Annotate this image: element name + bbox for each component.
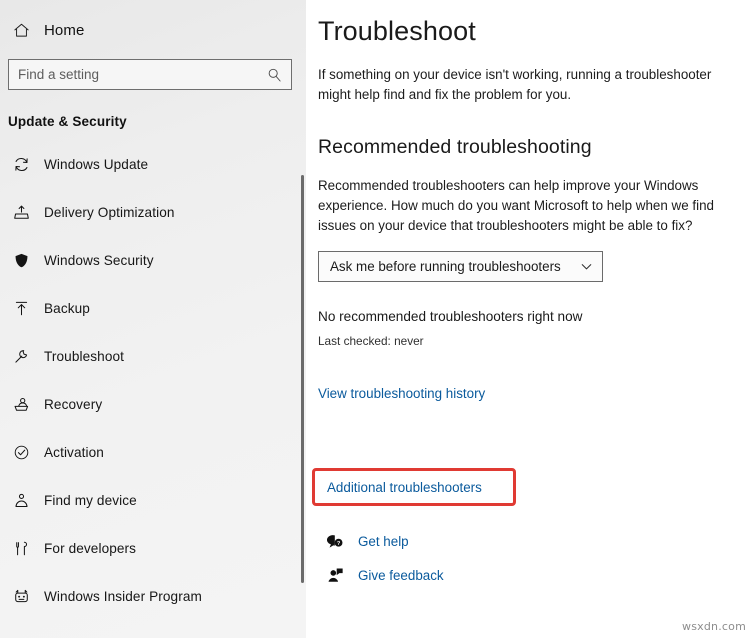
sidebar-item-backup[interactable]: Backup bbox=[0, 291, 306, 325]
wrench-icon bbox=[8, 348, 34, 365]
svg-text:?: ? bbox=[336, 541, 340, 547]
sidebar-item-label: Windows Update bbox=[44, 156, 149, 172]
recommended-heading: Recommended troubleshooting bbox=[318, 136, 592, 158]
sidebar: Home Update & Security bbox=[0, 0, 306, 638]
main-content: Troubleshoot If something on your device… bbox=[306, 0, 754, 638]
sidebar-item-windows-insider-program[interactable]: Windows Insider Program bbox=[0, 579, 306, 613]
sidebar-item-label: Recovery bbox=[44, 396, 103, 412]
search-icon[interactable] bbox=[267, 67, 282, 82]
backup-upload-icon bbox=[8, 300, 34, 317]
sidebar-item-recovery[interactable]: Recovery bbox=[0, 387, 306, 421]
sidebar-item-label: Backup bbox=[44, 300, 90, 316]
dropdown-selected-value: Ask me before running troubleshooters bbox=[330, 259, 561, 275]
sidebar-item-label: Troubleshoot bbox=[44, 348, 125, 364]
sidebar-section-title: Update & Security bbox=[8, 114, 127, 129]
watermark: wsxdn.com bbox=[682, 620, 746, 633]
last-checked-text: Last checked: never bbox=[318, 334, 424, 349]
sidebar-item-label: For developers bbox=[44, 540, 137, 556]
sidebar-item-label: Find my device bbox=[44, 492, 137, 508]
sidebar-item-label: Activation bbox=[44, 444, 104, 460]
sidebar-item-windows-update[interactable]: Windows Update bbox=[0, 147, 306, 181]
settings-window: Home Update & Security bbox=[0, 0, 754, 638]
sidebar-item-troubleshoot[interactable]: Troubleshoot bbox=[0, 339, 306, 373]
page-description: If something on your device isn't workin… bbox=[318, 67, 712, 102]
sidebar-item-home[interactable]: Home bbox=[0, 13, 306, 47]
recommended-description: Recommended troubleshooters can help imp… bbox=[318, 178, 714, 233]
recommended-troubleshooting-dropdown[interactable]: Ask me before running troubleshooters bbox=[318, 251, 603, 283]
sidebar-item-label: Windows Insider Program bbox=[44, 588, 202, 604]
sidebar-item-delivery-optimization[interactable]: Delivery Optimization bbox=[0, 195, 306, 229]
page-title: Troubleshoot bbox=[318, 16, 476, 46]
give-feedback-label[interactable]: Give feedback bbox=[358, 568, 444, 583]
search-input[interactable] bbox=[9, 60, 291, 89]
get-help-icon: ? bbox=[324, 533, 346, 550]
tools-icon bbox=[8, 540, 34, 557]
additional-troubleshooters-link[interactable]: Additional troubleshooters bbox=[327, 480, 482, 495]
get-help-label[interactable]: Get help bbox=[358, 534, 409, 549]
get-help-row[interactable]: ? Get help bbox=[324, 528, 444, 554]
person-pin-icon bbox=[8, 492, 34, 509]
sidebar-home-label: Home bbox=[44, 21, 85, 39]
shield-icon bbox=[8, 252, 34, 269]
give-feedback-row[interactable]: Give feedback bbox=[324, 562, 444, 588]
sidebar-nav-list: Windows Update Delivery Optimization Win… bbox=[0, 147, 306, 613]
chevron-down-icon bbox=[580, 260, 593, 273]
check-circle-icon bbox=[8, 444, 34, 461]
sidebar-item-find-my-device[interactable]: Find my device bbox=[0, 483, 306, 517]
additional-troubleshooters-highlight: Additional troubleshooters bbox=[312, 468, 516, 506]
home-icon bbox=[8, 22, 34, 39]
sidebar-item-activation[interactable]: Activation bbox=[0, 435, 306, 469]
search-box[interactable] bbox=[8, 59, 292, 90]
sidebar-item-label: Delivery Optimization bbox=[44, 204, 175, 220]
sidebar-item-label: Windows Security bbox=[44, 252, 154, 268]
view-troubleshooting-history-link[interactable]: View troubleshooting history bbox=[318, 386, 485, 401]
refresh-icon bbox=[8, 156, 34, 173]
insider-icon bbox=[8, 588, 34, 605]
sidebar-scrollbar[interactable] bbox=[301, 175, 304, 583]
help-links-group: ? Get help Give feedback bbox=[324, 528, 444, 596]
give-feedback-icon bbox=[324, 567, 346, 584]
sidebar-item-for-developers[interactable]: For developers bbox=[0, 531, 306, 565]
recommended-status-text: No recommended troubleshooters right now bbox=[318, 309, 583, 325]
sidebar-item-windows-security[interactable]: Windows Security bbox=[0, 243, 306, 277]
recovery-icon bbox=[8, 396, 34, 413]
upload-box-icon bbox=[8, 204, 34, 221]
